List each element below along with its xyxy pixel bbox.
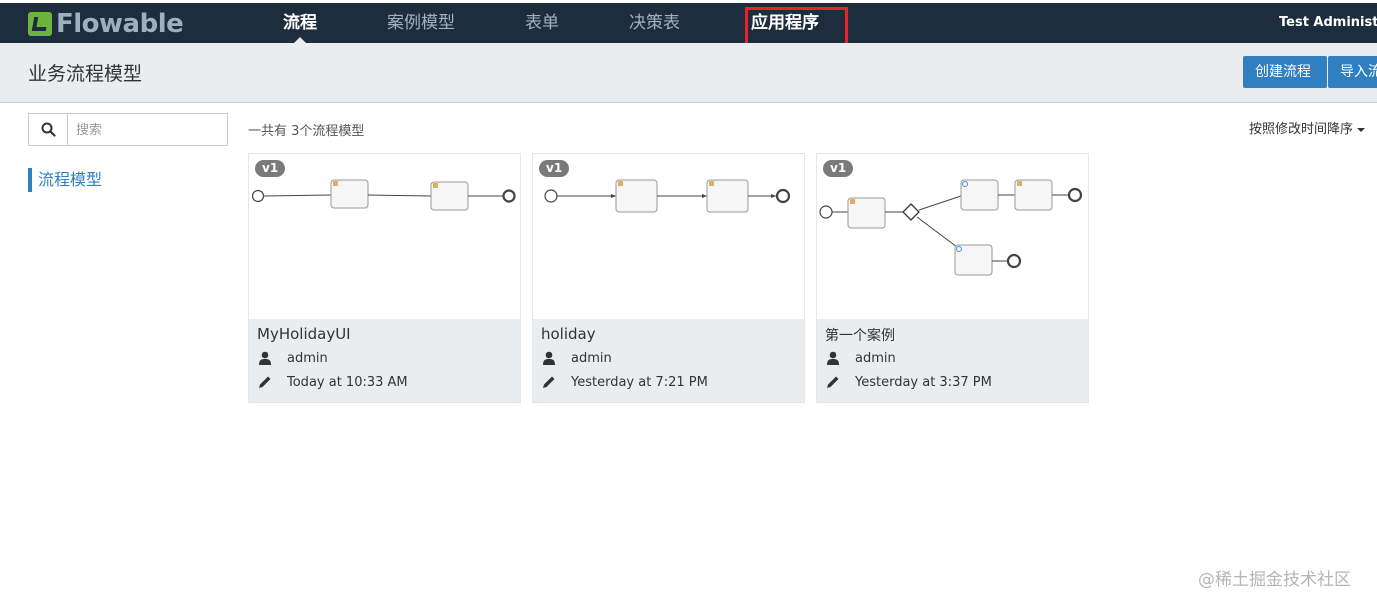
flowable-logo-icon bbox=[28, 12, 52, 36]
process-thumbnail bbox=[251, 179, 516, 211]
logo-text: Flowable bbox=[56, 9, 184, 39]
card-title: holiday bbox=[541, 325, 596, 343]
card-author: admin bbox=[825, 350, 896, 366]
author-name: admin bbox=[571, 350, 612, 366]
model-count: 一共有 3个流程模型 bbox=[248, 124, 365, 139]
nav-item-decision-tables[interactable]: 决策表 bbox=[629, 3, 680, 43]
version-badge: v1 bbox=[255, 160, 286, 177]
user-icon bbox=[825, 350, 841, 366]
card-modified: Yesterday at 3:37 PM bbox=[825, 374, 992, 390]
nav-item-process[interactable]: 流程 bbox=[283, 3, 317, 44]
nav-item-forms[interactable]: 表单 bbox=[525, 3, 559, 43]
search-icon bbox=[41, 122, 56, 137]
chevron-down-icon bbox=[1357, 127, 1366, 132]
nav-item-label: 流程 bbox=[283, 13, 317, 33]
modified-time: Yesterday at 7:21 PM bbox=[571, 374, 708, 390]
card-modified: Yesterday at 7:21 PM bbox=[541, 374, 708, 390]
top-navbar: Flowable bbox=[0, 3, 1377, 43]
highlight-annotation-box bbox=[745, 7, 848, 48]
sort-label: 按照修改时间降序 bbox=[1249, 122, 1354, 137]
user-icon bbox=[257, 350, 273, 366]
page-title: 业务流程模型 bbox=[28, 63, 143, 85]
sort-dropdown[interactable]: 按照修改时间降序 bbox=[1249, 118, 1366, 137]
pencil-icon bbox=[825, 374, 841, 390]
pencil-icon bbox=[541, 374, 557, 390]
create-process-button[interactable]: 创建流程 bbox=[1243, 56, 1327, 88]
card-modified: Today at 10:33 AM bbox=[257, 374, 408, 390]
card-info: 第一个案例 admin Yesterday at 3:37 PM bbox=[817, 319, 1088, 402]
card-author: admin bbox=[541, 350, 612, 366]
nav-item-label: 案例模型 bbox=[387, 13, 455, 33]
sidebar-item-label: 流程模型 bbox=[38, 170, 103, 189]
modified-time: Yesterday at 3:37 PM bbox=[855, 374, 992, 390]
card-info: MyHolidayUI admin Today at 10:33 AM bbox=[249, 319, 520, 402]
sidebar-item-process-models[interactable]: 流程模型 bbox=[28, 168, 102, 192]
user-icon bbox=[541, 350, 557, 366]
pencil-icon bbox=[257, 374, 273, 390]
search-input[interactable] bbox=[68, 114, 227, 145]
nav-item-label: 表单 bbox=[525, 13, 559, 33]
author-name: admin bbox=[855, 350, 896, 366]
author-name: admin bbox=[287, 350, 328, 366]
nav-item-case-models[interactable]: 案例模型 bbox=[387, 3, 455, 43]
process-card[interactable]: v1 holiday admin Yesterday at 7:21 PM bbox=[532, 153, 805, 403]
nav-item-label: 决策表 bbox=[629, 13, 680, 33]
sub-header: 业务流程模型 创建流程 导入流 bbox=[0, 43, 1377, 103]
logo[interactable]: Flowable bbox=[28, 9, 184, 39]
card-author: admin bbox=[257, 350, 328, 366]
version-badge: v1 bbox=[823, 160, 854, 177]
version-badge: v1 bbox=[539, 160, 570, 177]
process-thumbnail bbox=[819, 179, 1083, 276]
search-box bbox=[28, 113, 228, 146]
process-card[interactable]: v1 第一个案例 admin Yesterday at 3:37 PM bbox=[816, 153, 1089, 403]
import-process-button[interactable]: 导入流 bbox=[1328, 56, 1377, 88]
user-menu[interactable]: Test Administrat bbox=[1279, 3, 1377, 43]
process-card[interactable]: v1 MyHolidayUI admin Today at 10:33 AM bbox=[248, 153, 521, 403]
card-title: MyHolidayUI bbox=[257, 325, 351, 343]
card-info: holiday admin Yesterday at 7:21 PM bbox=[533, 319, 804, 402]
modified-time: Today at 10:33 AM bbox=[287, 374, 408, 390]
watermark: @稀土掘金技术社区 bbox=[1198, 570, 1351, 590]
card-title: 第一个案例 bbox=[825, 328, 895, 344]
search-button[interactable] bbox=[29, 114, 68, 145]
process-thumbnail bbox=[544, 179, 791, 213]
